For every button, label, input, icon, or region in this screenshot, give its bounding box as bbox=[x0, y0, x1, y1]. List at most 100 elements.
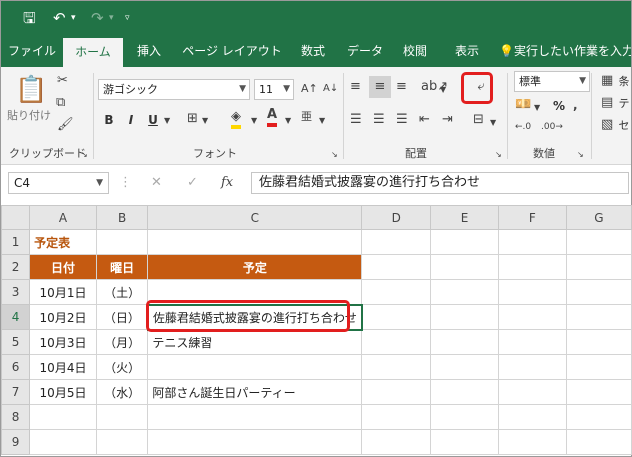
cell-f8[interactable] bbox=[498, 404, 567, 430]
fill-color-dropdown-icon[interactable]: ▼ bbox=[251, 113, 257, 129]
paste-button[interactable]: 貼り付け bbox=[7, 107, 51, 125]
enter-icon[interactable]: ✓ bbox=[187, 175, 198, 191]
row-header-7[interactable]: 7 bbox=[0, 379, 31, 405]
cell-a4-date[interactable]: 10月2日 bbox=[29, 304, 97, 330]
cell-d8[interactable] bbox=[361, 404, 432, 430]
cell-b8[interactable] bbox=[95, 404, 149, 430]
bold-button[interactable]: B bbox=[101, 111, 117, 129]
cell-a3-date[interactable]: 10月1日 bbox=[29, 279, 97, 305]
cell-a2-header[interactable]: 日付 bbox=[29, 254, 97, 280]
cell-styles-button[interactable]: セ bbox=[617, 117, 631, 135]
redo-dropdown-icon[interactable]: ▾ bbox=[109, 9, 114, 27]
row-header-8[interactable]: 8 bbox=[0, 404, 31, 430]
name-box[interactable]: C4 ▼ bbox=[8, 172, 109, 194]
clipboard-launcher-icon[interactable]: ↘ bbox=[81, 147, 88, 163]
cell-e5[interactable] bbox=[430, 329, 499, 355]
number-launcher-icon[interactable]: ↘ bbox=[577, 147, 584, 163]
comma-style-icon[interactable]: , bbox=[573, 97, 578, 113]
align-middle-icon[interactable]: ≡ bbox=[369, 76, 391, 98]
font-launcher-icon[interactable]: ↘ bbox=[331, 147, 338, 163]
cell-g1[interactable] bbox=[565, 229, 632, 255]
orientation-dropdown-icon[interactable]: ▼ bbox=[440, 82, 446, 98]
undo-icon[interactable]: ↶ bbox=[53, 9, 66, 27]
conditional-format-icon[interactable]: ▦ bbox=[601, 73, 613, 89]
cell-g2[interactable] bbox=[565, 254, 632, 280]
cell-a7-date[interactable]: 10月5日 bbox=[29, 379, 97, 405]
cell-a6-date[interactable]: 10月4日 bbox=[29, 354, 97, 380]
cell-c8[interactable] bbox=[147, 404, 363, 430]
paste-icon[interactable]: 📋 bbox=[15, 75, 47, 105]
cell-b4-day[interactable]: （日） bbox=[95, 304, 149, 330]
cell-f2[interactable] bbox=[498, 254, 567, 280]
cell-b1[interactable] bbox=[95, 229, 149, 255]
tab-home[interactable]: ホーム bbox=[63, 38, 123, 67]
cell-a8[interactable] bbox=[29, 404, 97, 430]
row-header-6[interactable]: 6 bbox=[0, 354, 31, 380]
phonetic-dropdown-icon[interactable]: ▼ bbox=[319, 113, 325, 129]
cut-icon[interactable]: ✂ bbox=[57, 73, 68, 89]
cell-e4[interactable] bbox=[430, 304, 499, 330]
cancel-icon[interactable]: ✕ bbox=[151, 175, 162, 191]
merge-dropdown-icon[interactable]: ▼ bbox=[490, 115, 496, 131]
column-header-e[interactable]: E bbox=[430, 205, 499, 230]
cell-d6[interactable] bbox=[361, 354, 432, 380]
row-header-2[interactable]: 2 bbox=[0, 254, 31, 280]
cell-a5-date[interactable]: 10月3日 bbox=[29, 329, 97, 355]
customize-qat-icon[interactable]: ▿ bbox=[125, 9, 130, 27]
cell-a9[interactable] bbox=[29, 429, 97, 455]
cell-e1[interactable] bbox=[430, 229, 499, 255]
cell-b5-day[interactable]: （月） bbox=[95, 329, 149, 355]
underline-dropdown-icon[interactable]: ▼ bbox=[164, 113, 170, 129]
format-as-table-icon[interactable]: ▤ bbox=[601, 95, 613, 111]
cell-c6-plan[interactable] bbox=[147, 354, 363, 380]
cell-b7-day[interactable]: （水） bbox=[95, 379, 149, 405]
copy-icon[interactable]: ⧉ bbox=[56, 95, 65, 111]
cell-c2-header[interactable]: 予定 bbox=[147, 254, 363, 280]
redo-icon[interactable]: ↷ bbox=[91, 9, 104, 27]
merge-center-icon[interactable]: ⊟ bbox=[473, 112, 484, 128]
cell-g3[interactable] bbox=[565, 279, 632, 305]
cell-f4[interactable] bbox=[498, 304, 567, 330]
save-icon[interactable]: 🖫 bbox=[23, 9, 36, 27]
underline-button[interactable]: U bbox=[145, 111, 161, 129]
cell-d4[interactable] bbox=[361, 304, 432, 330]
cell-e8[interactable] bbox=[430, 404, 499, 430]
column-header-b[interactable]: B bbox=[95, 205, 149, 230]
format-painter-icon[interactable]: 🖌 bbox=[57, 117, 74, 133]
cell-d2[interactable] bbox=[361, 254, 432, 280]
cell-e7[interactable] bbox=[430, 379, 499, 405]
decrease-indent-icon[interactable]: ⇤ bbox=[419, 112, 430, 128]
cell-b2-header[interactable]: 曜日 bbox=[95, 254, 149, 280]
decrease-decimal-icon[interactable]: .00→ bbox=[541, 119, 563, 135]
number-format-combo[interactable]: 標準 ▼ bbox=[514, 71, 590, 92]
row-header-1[interactable]: 1 bbox=[0, 229, 31, 255]
column-header-g[interactable]: G bbox=[565, 205, 632, 230]
borders-dropdown-icon[interactable]: ▼ bbox=[202, 113, 208, 129]
tell-me-box[interactable]: 💡実行したい作業を入力 bbox=[499, 35, 631, 67]
tab-data[interactable]: データ bbox=[341, 35, 389, 67]
cell-d9[interactable] bbox=[361, 429, 432, 455]
row-header-4[interactable]: 4 bbox=[0, 304, 31, 330]
cell-c9[interactable] bbox=[147, 429, 363, 455]
cell-b6-day[interactable]: （火） bbox=[95, 354, 149, 380]
cell-c5-plan[interactable]: テニス練習 bbox=[147, 329, 363, 355]
formula-input[interactable]: 佐藤君結婚式披露宴の進行打ち合わせ bbox=[251, 172, 629, 194]
tab-page-layout[interactable]: ページ レイアウト bbox=[177, 35, 287, 67]
cell-d1[interactable] bbox=[361, 229, 432, 255]
column-header-a[interactable]: A bbox=[29, 205, 97, 230]
cell-styles-icon[interactable]: ▧ bbox=[601, 117, 613, 133]
cell-c7-plan[interactable]: 阿部さん誕生日パーティー bbox=[147, 379, 363, 405]
align-left-icon[interactable]: ☰ bbox=[350, 112, 362, 128]
row-header-9[interactable]: 9 bbox=[0, 429, 31, 455]
cell-e6[interactable] bbox=[430, 354, 499, 380]
tab-file[interactable]: ファイル bbox=[7, 35, 57, 67]
cell-g8[interactable] bbox=[565, 404, 632, 430]
cell-c1[interactable] bbox=[147, 229, 363, 255]
cell-e2[interactable] bbox=[430, 254, 499, 280]
column-header-d[interactable]: D bbox=[361, 205, 432, 230]
cell-b3-day[interactable]: （土） bbox=[95, 279, 149, 305]
format-as-table-button[interactable]: テ bbox=[617, 95, 631, 113]
cell-e3[interactable] bbox=[430, 279, 499, 305]
align-right-icon[interactable]: ☰ bbox=[396, 112, 408, 128]
cell-b9[interactable] bbox=[95, 429, 149, 455]
